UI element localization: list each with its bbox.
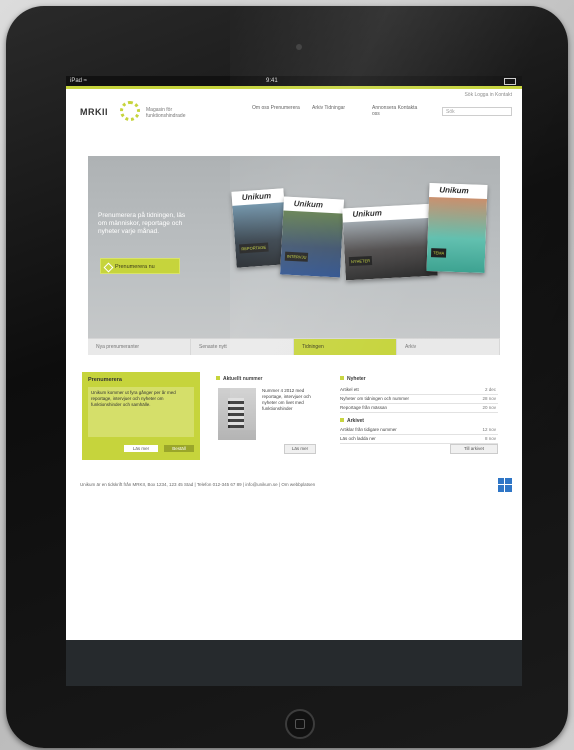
archive-list: Artiklar från tidigare nummer 12 nov Läs … [340, 426, 498, 444]
list-item-date: 12 nov [482, 427, 496, 432]
site-header: MRKII Magasin för funktionshindrade Om o… [66, 89, 522, 131]
issue-thumbnail[interactable] [218, 388, 256, 440]
tab-3[interactable]: Tidningen [294, 339, 397, 355]
magazine-cover-2[interactable]: Unikum INTERVJU [280, 196, 344, 278]
issue-description: Nummer 4 2012 med reportage, intervjuer … [262, 388, 311, 411]
tab-1[interactable]: Nya prenumeranter [88, 339, 191, 355]
cover-photo [280, 210, 344, 278]
list-item-date: 20 nov [482, 405, 496, 410]
ipad-screen: iPad ≈ 9:41 Sök Logga in Kontakt MRKII M… [66, 76, 522, 686]
status-time: 9:41 [266, 78, 278, 84]
site-logo[interactable]: MRKII [80, 107, 108, 117]
screen-bottom-bar [66, 640, 522, 686]
magazine-cover-4[interactable]: Unikum TEMA [426, 183, 488, 273]
site-footer: Unikum är en tidskrift från MRKII, Box 1… [80, 482, 316, 487]
tab-2[interactable]: Senaste nytt [191, 339, 294, 355]
hero-banner: Prenumerera på tidningen, läs om människ… [88, 156, 500, 354]
list-item-label: Läs och ladda ner [340, 436, 376, 441]
main-nav: Om oss Prenumerera Arkiv Tidningar Annon… [252, 105, 420, 117]
subscribe-text: Unikum kommer ut fyra gånger per år med … [88, 387, 194, 437]
hero-subscribe-button[interactable]: Prenumerera nu [100, 258, 180, 274]
hero-tabs: Nya prenumeranter Senaste nytt Tidningen… [88, 338, 500, 355]
subscribe-box: Prenumerera Unikum kommer ut fyra gånger… [82, 372, 200, 460]
list-item[interactable]: Läs och ladda ner 8 nov [340, 435, 498, 444]
list-item-label: Nyheter om tidningen och nummer [340, 396, 410, 401]
cover-photo [426, 197, 488, 273]
news-list: Artikel ett 2 dec Nyheter om tidningen oc… [340, 386, 498, 413]
list-item-date: 28 nov [482, 396, 496, 401]
photo-background: iPad ≈ 9:41 Sök Logga in Kontakt MRKII M… [0, 0, 574, 750]
windows-icon[interactable] [498, 478, 512, 492]
cover-band: INTERVJU [284, 251, 309, 262]
list-item[interactable]: Nyheter om tidningen och nummer 28 nov [340, 395, 498, 404]
camera-icon [296, 44, 302, 50]
nav-item-2[interactable]: Arkiv Tidningar [312, 105, 360, 117]
list-item-label: Artiklar från tidigare nummer [340, 427, 397, 432]
list-item[interactable]: Artikel ett 2 dec [340, 386, 498, 395]
latest-read-more-button[interactable]: Läs mer [284, 444, 316, 454]
cover-band: TEMA [430, 248, 447, 258]
hero-text: Prenumerera på tidningen, läs om människ… [98, 212, 186, 235]
thumbnail-photo [228, 398, 244, 428]
carrier-label: iPad ≈ [70, 78, 87, 84]
read-more-button[interactable]: Läs mer [124, 445, 158, 452]
site-tagline: Magasin för funktionshindrade [146, 107, 186, 119]
latest-issue-title: Aktuellt nummer [216, 376, 262, 382]
battery-icon [504, 78, 516, 85]
archive-title: Arkivet [340, 418, 364, 424]
nav-item-1[interactable]: Om oss Prenumerera [252, 105, 300, 117]
list-item-date: 2 dec [484, 387, 496, 392]
list-item-label: Reportage från mässan [340, 405, 388, 410]
logo-burst-icon [120, 101, 140, 121]
list-item[interactable]: Reportage från mässan 20 nov [340, 404, 498, 413]
cover-band: NYHETER [348, 255, 373, 267]
nav-item-3[interactable]: Annonsera Kontakta oss [372, 105, 420, 117]
subscribe-title: Prenumerera [88, 377, 122, 383]
news-title: Nyheter [340, 376, 366, 382]
order-button[interactable]: Beställ [164, 445, 194, 452]
magazine-cover-3[interactable]: Unikum NYHETER [342, 203, 438, 281]
list-item-label: Artikel ett [340, 387, 359, 392]
archive-button[interactable]: Till arkivet [450, 444, 498, 454]
home-button[interactable] [285, 709, 315, 739]
search-input[interactable]: Sök [442, 107, 512, 116]
list-item-date: 8 nov [484, 436, 496, 441]
web-page: Sök Logga in Kontakt MRKII Magasin för f… [66, 86, 522, 686]
status-bar: iPad ≈ 9:41 [66, 76, 522, 86]
list-item[interactable]: Artiklar från tidigare nummer 12 nov [340, 426, 498, 435]
tab-4[interactable]: Arkiv [397, 339, 500, 355]
cover-photo [342, 217, 438, 281]
